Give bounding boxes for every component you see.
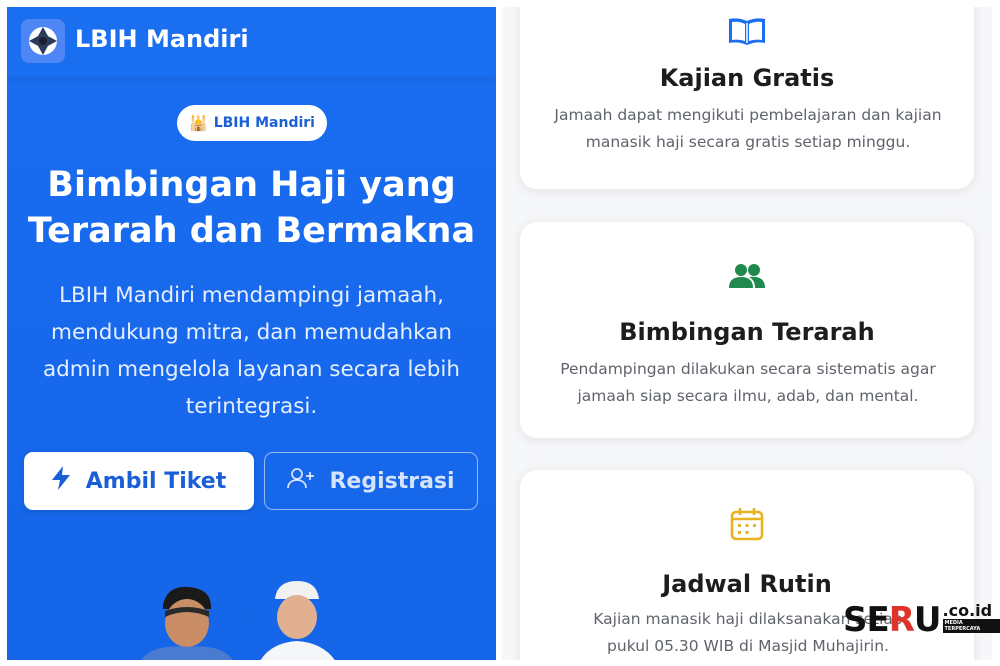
registrasi-label: Registrasi [329,468,455,494]
hero-badge-label: LBIH Mandiri [213,115,315,131]
watermark-se: SE [843,600,890,640]
feature-title: Jadwal Rutin [662,570,832,598]
mosque-icon: 🕌 [189,114,208,132]
pilgrims-illustration [141,581,335,660]
watermark-tagline: MEDIA TERPERCAYA [942,619,1000,633]
hero-badge: 🕌 LBIH Mandiri [177,105,327,141]
seru-watermark-logo: SE R U .co.id MEDIA TERPERCAYA [843,597,1000,637]
ambil-tiket-label: Ambil Tiket [85,468,227,494]
watermark-u: U [913,600,942,640]
watermark-tld: .co.id [942,601,993,620]
user-plus-icon [287,467,315,495]
top-navbar: LBIH Mandiri [7,7,496,77]
feature-card-bimbingan-terarah: Bimbingan Terarah Pendampingan dilakukan… [519,221,975,439]
ambil-tiket-button[interactable]: Ambil Tiket [24,452,254,510]
watermark-r: R [888,600,915,640]
hero-description: LBIH Mandiri mendampingi jamaah, menduku… [42,283,460,419]
feature-title: Bimbingan Terarah [619,318,875,346]
lens-logo-icon[interactable] [21,19,65,63]
lightning-icon [51,466,70,496]
feature-card-kajian-gratis: Kajian Gratis Jamaah dapat mengikuti pem… [519,7,975,190]
users-icon [520,262,974,290]
features-panel: Kajian Gratis Jamaah dapat mengikuti pem… [502,7,992,660]
registrasi-button[interactable]: Registrasi [264,452,478,510]
feature-description: Jamaah dapat mengikuti pembelajaran dan … [554,106,942,151]
hero-title: Bimbingan Haji yang Terarah dan Bermakna [27,165,476,251]
calendar-icon [520,506,974,542]
hero-panel: LBIH Mandiri 🕌 LBIH Mandiri Bimbingan Ha… [7,7,496,660]
feature-description: Pendampingan dilakukan secara sistematis… [560,360,936,405]
book-icon [520,16,974,46]
brand-name[interactable]: LBIH Mandiri [75,25,249,53]
feature-title: Kajian Gratis [659,64,835,92]
